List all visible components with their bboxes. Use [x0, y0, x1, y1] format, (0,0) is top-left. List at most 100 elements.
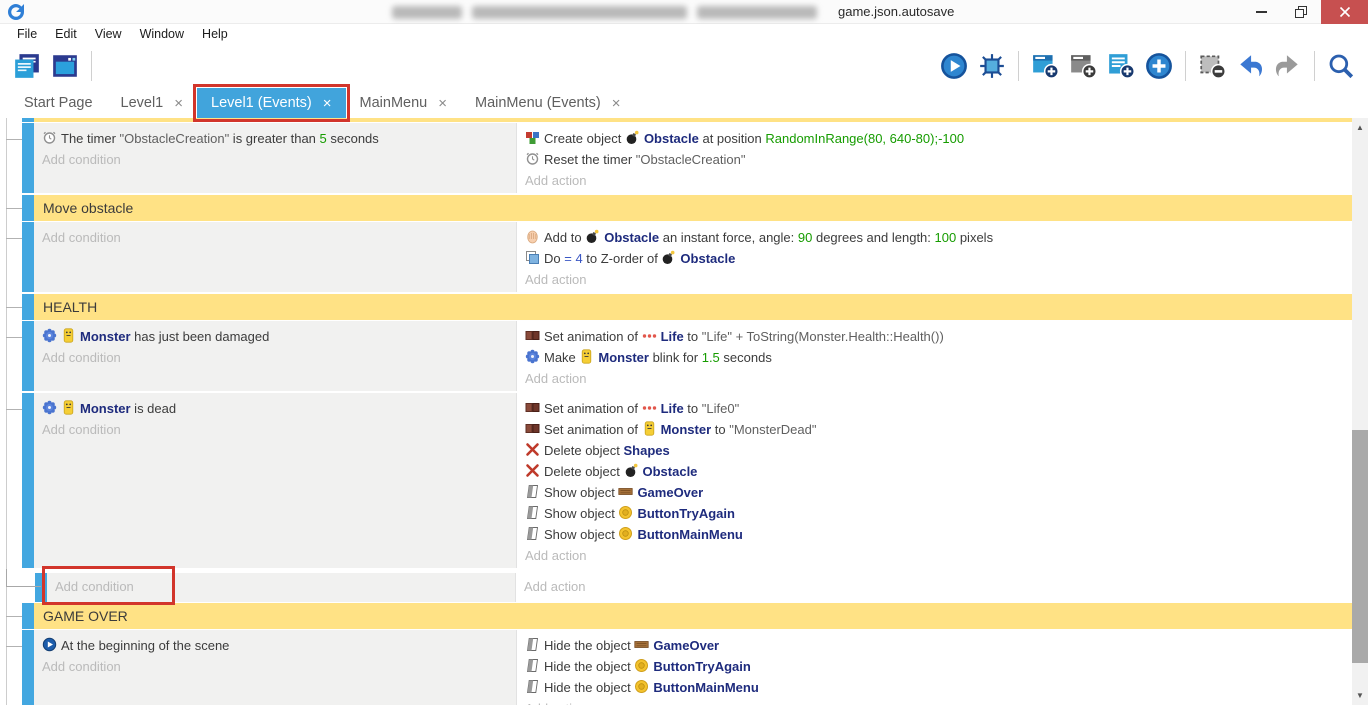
scene-editor-button[interactable] [49, 50, 81, 82]
monster-icon [61, 328, 76, 343]
vertical-scrollbar[interactable]: ▲ ▼ [1352, 118, 1368, 705]
object-name: Obstacle [644, 131, 699, 146]
add-action-button[interactable]: Add action [517, 269, 1352, 290]
event-handle-bar[interactable] [22, 118, 34, 122]
text: Show object [544, 485, 618, 500]
toolbar-separator [1018, 51, 1019, 81]
action-line[interactable]: Set animation of Monster to "MonsterDead… [517, 419, 1352, 440]
condition-line[interactable]: The timer "ObstacleCreation" is greater … [34, 128, 516, 149]
toolbar-separator [91, 51, 92, 81]
redo-button[interactable] [1272, 50, 1304, 82]
action-line[interactable]: Hide the object ButtonMainMenu [517, 677, 1352, 698]
add-condition-button[interactable]: Add condition [34, 149, 516, 170]
menu-item-view[interactable]: View [86, 27, 131, 41]
add-action-button[interactable]: Add action [516, 576, 1352, 597]
add-condition-button[interactable]: Add condition [34, 227, 516, 248]
menu-item-edit[interactable]: Edit [46, 27, 86, 41]
add-action-button[interactable]: Add action [517, 698, 1352, 705]
preview-play-button[interactable] [938, 50, 970, 82]
action-line[interactable]: Add to Obstacle an instant force, angle:… [517, 227, 1352, 248]
bomb-icon [625, 130, 640, 145]
row-tick [6, 337, 22, 338]
action-line[interactable]: Set animation of Life to "Life" + ToStri… [517, 326, 1352, 347]
action-line[interactable]: Reset the timer "ObstacleCreation" [517, 149, 1352, 170]
bomb-icon [661, 250, 676, 265]
tab-close-icon[interactable]: × [612, 96, 621, 111]
add-sub-event-button[interactable] [1067, 50, 1099, 82]
tab-close-icon[interactable]: × [438, 96, 447, 111]
add-condition-button[interactable]: Add condition [34, 656, 516, 677]
scroll-up-icon[interactable]: ▲ [1352, 120, 1368, 135]
event-gutter [0, 195, 22, 221]
add-condition-button[interactable]: Add condition [34, 419, 516, 440]
add-comment-button[interactable] [1105, 50, 1137, 82]
action-line[interactable]: Hide the object ButtonTryAgain [517, 656, 1352, 677]
event-row: Add conditionAdd to Obstacle an instant … [0, 222, 1352, 292]
debug-button[interactable] [976, 50, 1008, 82]
monster-icon [579, 349, 594, 364]
add-condition-button[interactable]: Add condition [34, 347, 516, 368]
visibility-icon [525, 526, 540, 541]
action-line[interactable]: Create object Obstacle at position Rando… [517, 128, 1352, 149]
event-handle-bar[interactable] [22, 195, 34, 221]
action-line[interactable]: Set animation of Life to "Life0" [517, 398, 1352, 419]
monster-icon [61, 400, 76, 415]
tab-close-icon[interactable]: × [323, 96, 332, 111]
action-line[interactable]: Hide the object GameOver [517, 635, 1352, 656]
text: to [684, 401, 702, 416]
add-action-button[interactable]: Add action [517, 368, 1352, 389]
action-line[interactable]: Delete object Obstacle [517, 461, 1352, 482]
add-circle-button[interactable] [1143, 50, 1175, 82]
action-line[interactable]: Show object GameOver [517, 482, 1352, 503]
condition-line[interactable]: Monster is dead [34, 398, 516, 419]
action-line[interactable]: Delete object Shapes [517, 440, 1352, 461]
event-handle-bar[interactable] [22, 603, 34, 629]
action-line[interactable]: Do = 4 to Z-order of Obstacle [517, 248, 1352, 269]
action-line[interactable]: Show object ButtonMainMenu [517, 524, 1352, 545]
condition-line[interactable]: Monster has just been damaged [34, 326, 516, 347]
menu-item-file[interactable]: File [8, 27, 46, 41]
add-condition-button[interactable]: Add condition [47, 576, 515, 597]
event-handle-bar[interactable] [22, 630, 34, 705]
search-button[interactable] [1325, 50, 1357, 82]
restore-button[interactable] [1281, 0, 1321, 24]
add-action-button[interactable]: Add action [517, 545, 1352, 566]
action-line[interactable]: Make Monster blink for 1.5 seconds [517, 347, 1352, 368]
actions-cell: Set animation of Life to "Life" + ToStri… [517, 321, 1352, 391]
group-header[interactable]: GAME OVER [34, 603, 1352, 629]
event-handle-bar[interactable] [22, 222, 34, 292]
remove-event-button[interactable] [1196, 50, 1228, 82]
animation-icon [525, 328, 540, 343]
text: degrees and length: [812, 230, 934, 245]
event-handle-bar[interactable] [22, 321, 34, 391]
tab-close-icon[interactable]: × [174, 96, 183, 111]
group-header[interactable]: Move obstacle [34, 195, 1352, 221]
remove-event-icon [1198, 52, 1226, 80]
tab-label: MainMenu (Events) [475, 95, 601, 111]
tab-start-page[interactable]: Start Page [10, 88, 107, 118]
object-name: Life [661, 401, 684, 416]
tab-mainmenu-events[interactable]: MainMenu (Events) × [461, 88, 634, 118]
tab-level1-events[interactable]: Level1 (Events)× [197, 88, 346, 118]
scroll-down-icon[interactable]: ▼ [1352, 688, 1368, 703]
scrollbar-thumb[interactable] [1352, 430, 1368, 663]
group-header[interactable]: HEALTH [34, 294, 1352, 320]
condition-line[interactable]: At the beginning of the scene [34, 635, 516, 656]
visibility-icon [525, 505, 540, 520]
close-button[interactable] [1321, 0, 1368, 24]
add-action-button[interactable]: Add action [517, 170, 1352, 191]
tab-level1[interactable]: Level1× [107, 88, 198, 118]
row-tick [6, 616, 22, 617]
add-event-button[interactable] [1029, 50, 1061, 82]
menu-item-window[interactable]: Window [131, 27, 193, 41]
tab-mainmenu[interactable]: MainMenu× [346, 88, 461, 118]
event-handle-bar[interactable] [22, 294, 34, 320]
project-manager-button[interactable] [11, 50, 43, 82]
minimize-button[interactable] [1241, 0, 1281, 24]
undo-button[interactable] [1234, 50, 1266, 82]
menu-item-help[interactable]: Help [193, 27, 237, 41]
event-handle-bar[interactable] [22, 393, 34, 568]
gdevelop-logo-icon [7, 3, 25, 21]
event-handle-bar[interactable] [22, 123, 34, 193]
action-line[interactable]: Show object ButtonTryAgain [517, 503, 1352, 524]
